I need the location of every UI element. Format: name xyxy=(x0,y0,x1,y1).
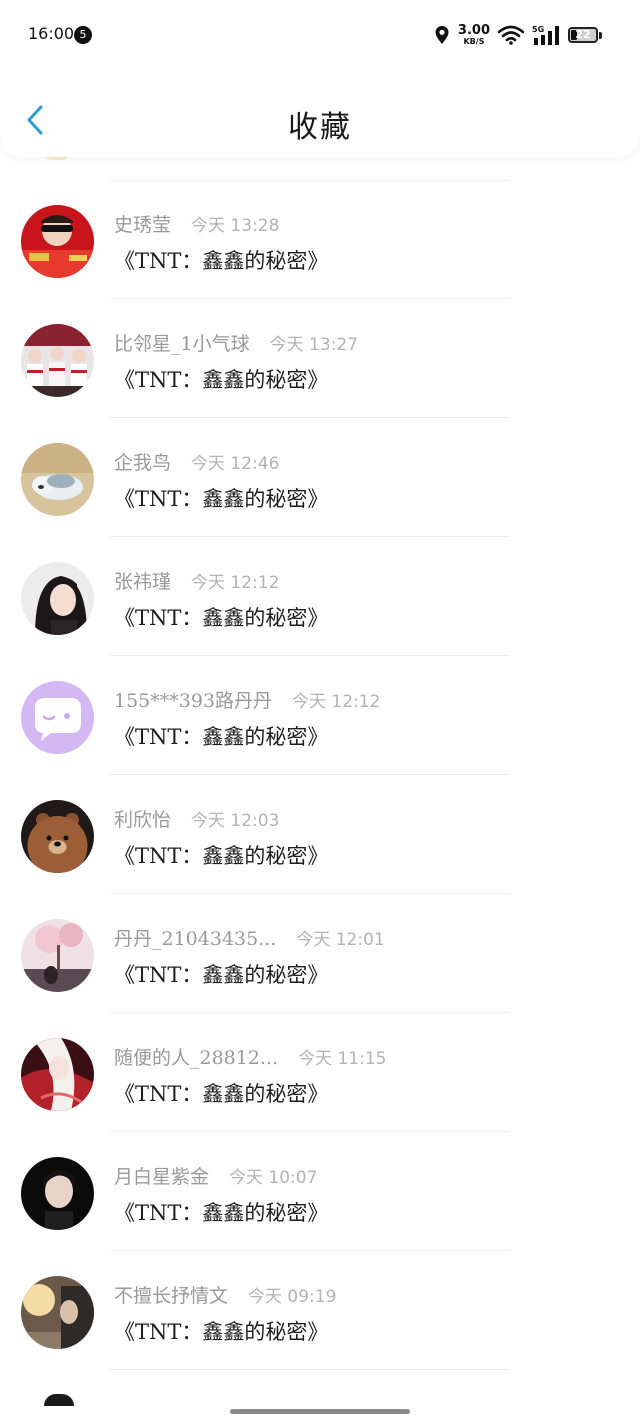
list-item[interactable]: 比邻星_1小气球 今天 13:27 《TNT：鑫鑫的秘密》 xyxy=(0,299,640,418)
item-meta: 丹丹_21043435... 今天 12:01 xyxy=(114,924,385,951)
svg-text:5G: 5G xyxy=(532,25,544,34)
item-meta: 企我鸟 今天 12:46 xyxy=(114,448,279,475)
user-name: 丹丹_21043435... xyxy=(114,928,277,950)
favorites-list: 史琇莹 今天 13:28 《TNT：鑫鑫的秘密》 比邻星_1小气球 今天 13:… xyxy=(0,180,640,1370)
net-speed: 3.00 KB/S xyxy=(458,24,490,46)
avatar[interactable] xyxy=(21,1157,94,1230)
item-meta: 不擅长抒情文 今天 09:19 xyxy=(114,1281,336,1308)
user-name: 企我鸟 xyxy=(114,452,172,474)
divider xyxy=(110,1369,510,1370)
item-meta: 月白星紫金 今天 10:07 xyxy=(114,1162,317,1189)
timestamp: 今天 10:07 xyxy=(229,1168,318,1188)
list-item[interactable]: 随便的人_28812... 今天 11:15 《TNT：鑫鑫的秘密》 xyxy=(0,1013,640,1132)
item-meta: 比邻星_1小气球 今天 13:27 xyxy=(114,329,358,356)
list-item[interactable]: 企我鸟 今天 12:46 《TNT：鑫鑫的秘密》 xyxy=(0,418,640,537)
timestamp: 今天 12:03 xyxy=(191,811,280,831)
timestamp: 今天 12:01 xyxy=(296,930,385,950)
item-meta: 史琇莹 今天 13:28 xyxy=(114,210,279,237)
book-title: 《TNT：鑫鑫的秘密》 xyxy=(114,963,329,987)
battery-icon: 22 xyxy=(568,27,598,43)
list-item[interactable]: 张祎瑾 今天 12:12 《TNT：鑫鑫的秘密》 xyxy=(0,537,640,656)
partial-avatar xyxy=(44,1394,74,1406)
avatar[interactable] xyxy=(21,205,94,278)
list-item[interactable]: 史琇莹 今天 13:28 《TNT：鑫鑫的秘密》 xyxy=(0,180,640,299)
user-name: 随便的人_28812... xyxy=(114,1047,279,1069)
wifi-icon xyxy=(498,25,524,45)
list-item[interactable]: 不擅长抒情文 今天 09:19 《TNT：鑫鑫的秘密》 xyxy=(0,1251,640,1370)
page-title: 收藏 xyxy=(288,110,352,145)
timestamp: 今天 09:19 xyxy=(248,1287,337,1307)
user-name: 史琇莹 xyxy=(114,214,172,236)
book-title: 《TNT：鑫鑫的秘密》 xyxy=(114,1320,329,1344)
book-title: 《TNT：鑫鑫的秘密》 xyxy=(114,725,329,749)
user-name: 不擅长抒情文 xyxy=(114,1285,229,1307)
avatar[interactable] xyxy=(21,1276,94,1349)
item-meta: 随便的人_28812... 今天 11:15 xyxy=(114,1043,386,1070)
user-name: 月白星紫金 xyxy=(114,1166,210,1188)
book-title: 《TNT：鑫鑫的秘密》 xyxy=(114,606,329,630)
book-title: 《TNT：鑫鑫的秘密》 xyxy=(114,1082,329,1106)
list-item[interactable]: 丹丹_21043435... 今天 12:01 《TNT：鑫鑫的秘密》 xyxy=(0,894,640,1013)
avatar[interactable] xyxy=(21,324,94,397)
net-speed-value: 3.00 xyxy=(457,23,490,38)
list-item[interactable]: 月白星紫金 今天 10:07 《TNT：鑫鑫的秘密》 xyxy=(0,1132,640,1251)
status-icons: 3.00 KB/S 5G 22 xyxy=(434,22,602,48)
notification-badge: 5 xyxy=(74,26,92,44)
user-name: 155***393路丹丹 xyxy=(114,690,273,712)
book-title: 《TNT：鑫鑫的秘密》 xyxy=(114,1201,329,1225)
header: 16:00 5 3.00 KB/S 5G 22 收藏 xyxy=(0,0,640,157)
timestamp: 今天 13:27 xyxy=(269,335,358,355)
avatar[interactable] xyxy=(21,443,94,516)
home-indicator[interactable] xyxy=(230,1409,410,1414)
avatar[interactable] xyxy=(21,681,94,754)
avatar[interactable] xyxy=(21,919,94,992)
timestamp: 今天 12:46 xyxy=(191,454,280,474)
avatar[interactable] xyxy=(21,800,94,873)
location-icon xyxy=(435,26,449,44)
book-title: 《TNT：鑫鑫的秘密》 xyxy=(114,844,329,868)
item-meta: 张祎瑾 今天 12:12 xyxy=(114,567,279,594)
battery-level: 22 xyxy=(575,28,591,41)
avatar[interactable] xyxy=(21,562,94,635)
signal-5g-icon: 5G xyxy=(532,25,559,45)
list-item[interactable]: 利欣怡 今天 12:03 《TNT：鑫鑫的秘密》 xyxy=(0,775,640,894)
status-time: 16:00 xyxy=(28,24,75,43)
item-meta: 155***393路丹丹 今天 12:12 xyxy=(114,686,380,713)
list-item[interactable]: 155***393路丹丹 今天 12:12 《TNT：鑫鑫的秘密》 xyxy=(0,656,640,775)
avatar[interactable] xyxy=(21,1038,94,1111)
user-name: 张祎瑾 xyxy=(114,571,172,593)
item-meta: 利欣怡 今天 12:03 xyxy=(114,805,279,832)
battery-cap xyxy=(599,31,602,39)
timestamp: 今天 12:12 xyxy=(191,573,280,593)
timestamp: 今天 13:28 xyxy=(191,216,280,236)
timestamp: 今天 12:12 xyxy=(292,692,381,712)
book-title: 《TNT：鑫鑫的秘密》 xyxy=(114,487,329,511)
user-name: 比邻星_1小气球 xyxy=(114,333,250,355)
book-title: 《TNT：鑫鑫的秘密》 xyxy=(114,368,329,392)
timestamp: 今天 11:15 xyxy=(298,1049,387,1069)
user-name: 利欣怡 xyxy=(114,809,172,831)
net-speed-unit: KB/S xyxy=(463,37,485,46)
book-title: 《TNT：鑫鑫的秘密》 xyxy=(114,249,329,273)
status-bar: 16:00 5 3.00 KB/S 5G 22 xyxy=(0,0,640,72)
favorites-screen: 16:00 5 3.00 KB/S 5G 22 收藏 史琇莹 今天 13:28 … xyxy=(0,0,640,1426)
